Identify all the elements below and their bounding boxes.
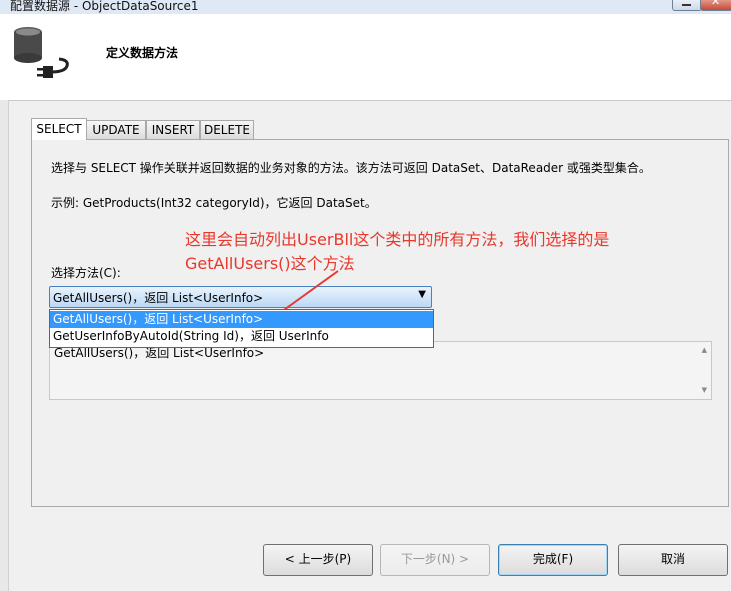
database-plug-icon	[14, 27, 69, 78]
finish-button[interactable]: 完成(F)	[498, 544, 608, 576]
method-dropdown-list: GetAllUsers()，返回 List<UserInfo> GetUserI…	[49, 309, 434, 348]
page-heading: 定义数据方法	[106, 46, 179, 60]
previous-button[interactable]: < 上一步(P)	[263, 544, 373, 576]
close-button[interactable]	[700, 0, 731, 11]
wizard-header: 定义数据方法	[0, 14, 731, 101]
minimize-button[interactable]	[672, 0, 702, 11]
window-title: 配置数据源 - ObjectDataSource1	[10, 0, 199, 13]
tab-update[interactable]: UPDATE	[86, 120, 146, 139]
title-bar: 配置数据源 - ObjectDataSource1	[0, 0, 731, 14]
cancel-button[interactable]: 取消	[618, 544, 728, 576]
next-button[interactable]: 下一步(N) >	[380, 544, 490, 576]
window-left-edge	[0, 100, 9, 591]
select-tab-panel: 选择与 SELECT 操作关联并返回数据的业务对象的方法。该方法可返回 Data…	[31, 139, 729, 507]
tab-insert[interactable]: INSERT	[146, 120, 200, 139]
tab-select[interactable]: SELECT	[31, 118, 87, 140]
tab-delete[interactable]: DELETE	[200, 120, 254, 139]
dropdown-option-getuserinfobyautoid[interactable]: GetUserInfoByAutoId(String Id)，返回 UserIn…	[50, 328, 433, 345]
dropdown-option-getallusers[interactable]: GetAllUsers()，返回 List<UserInfo>	[50, 311, 433, 328]
